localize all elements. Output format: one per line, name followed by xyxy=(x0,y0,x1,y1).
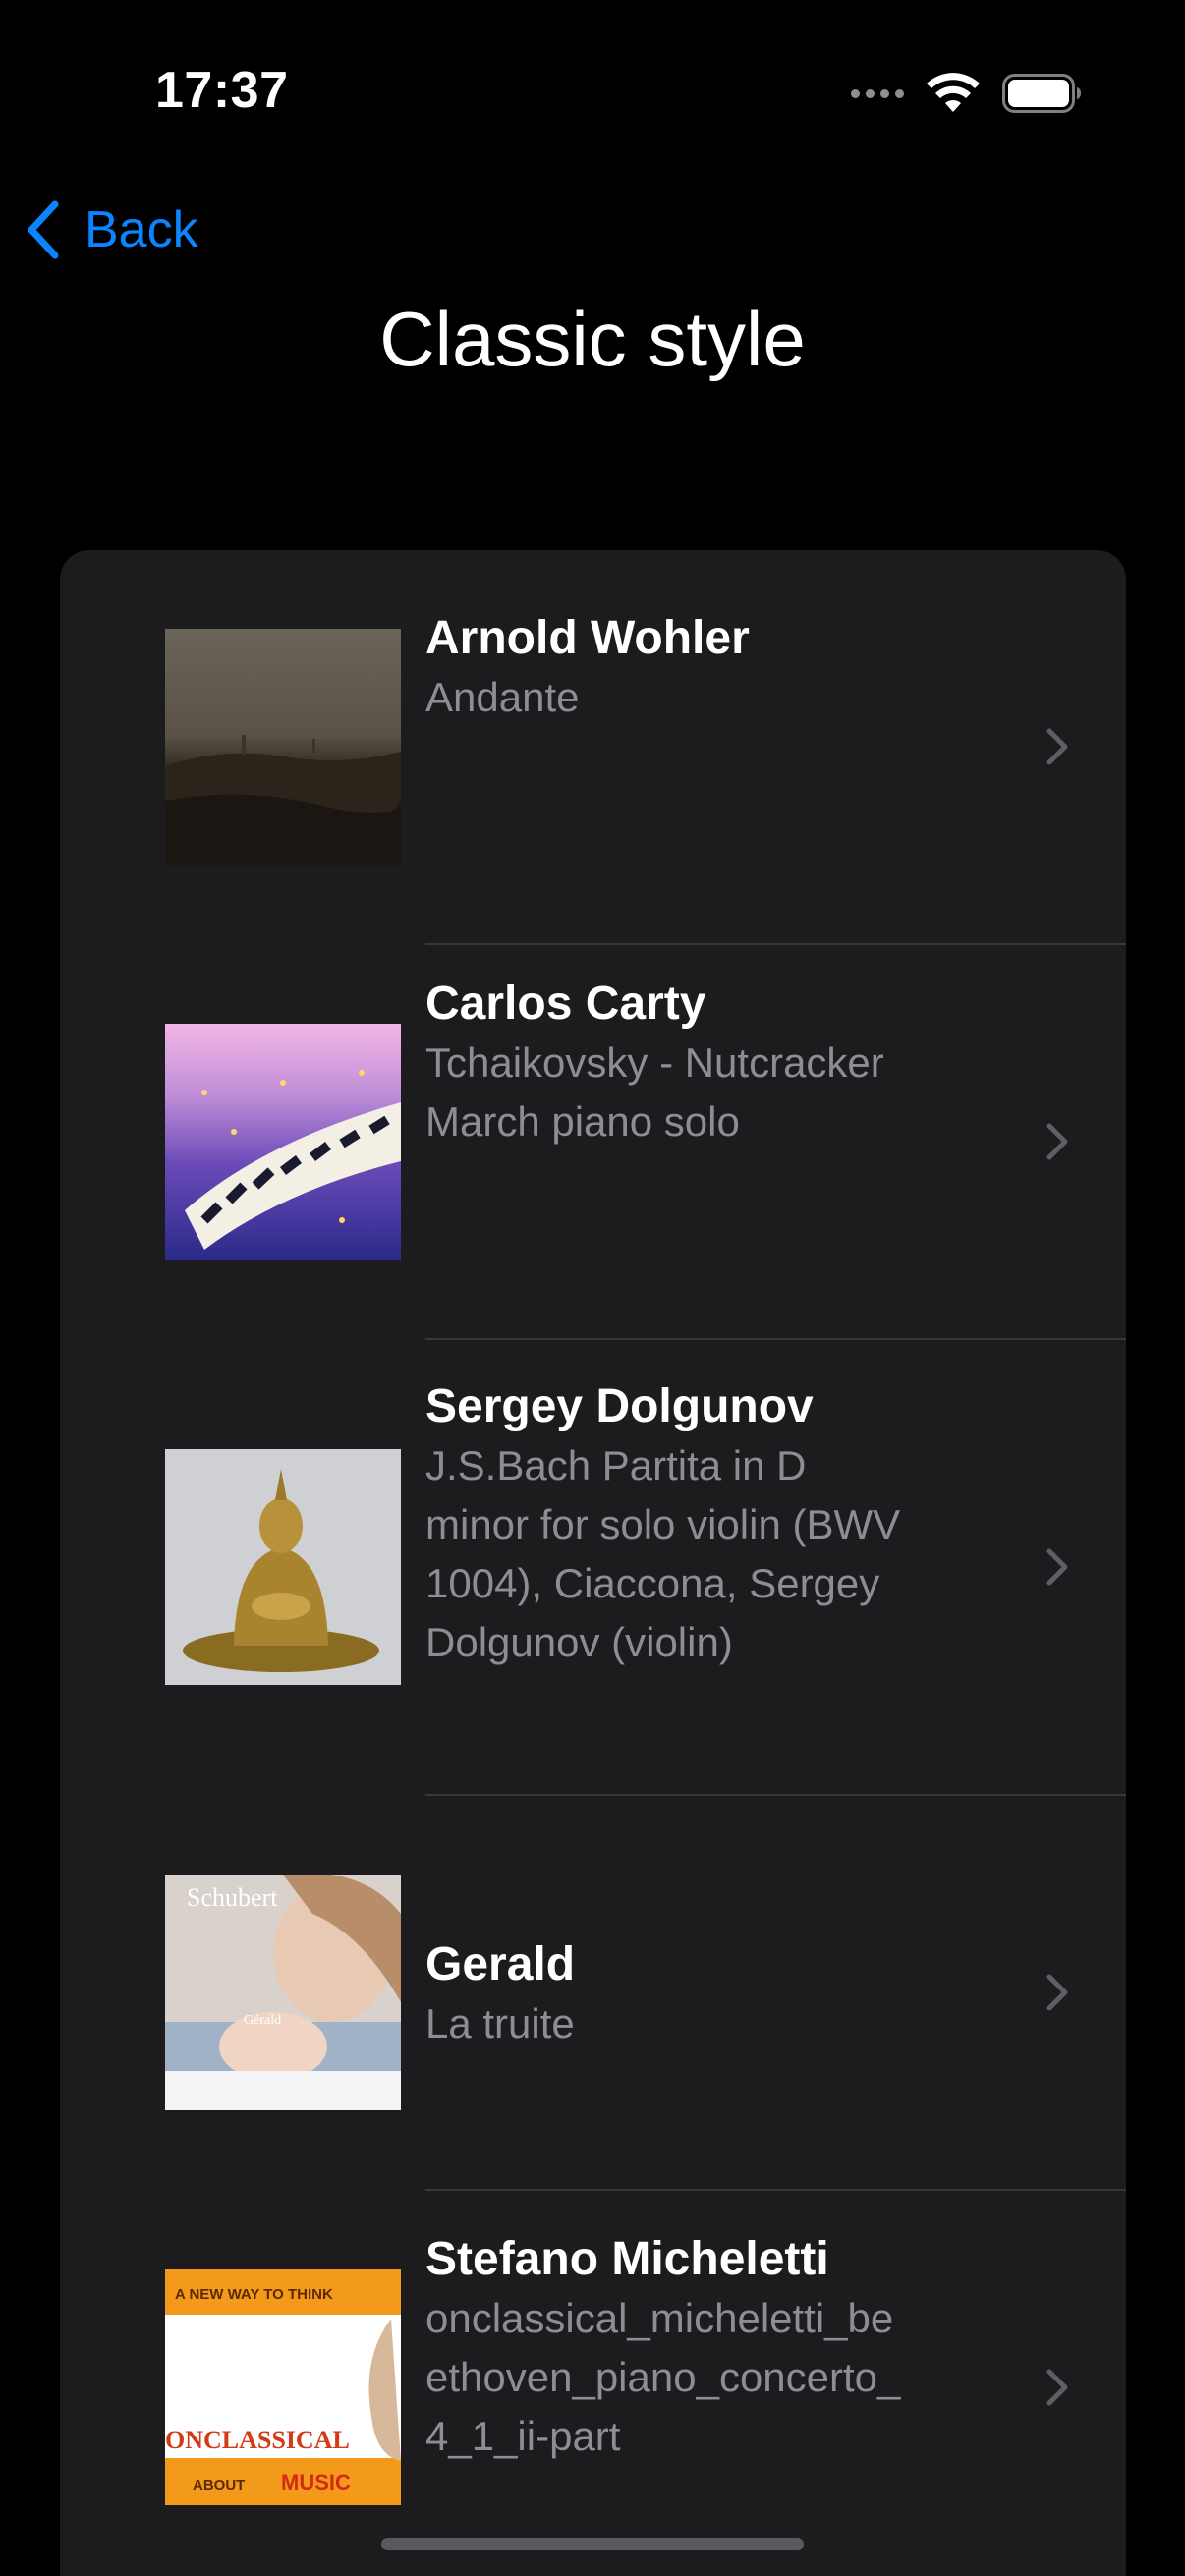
artist-name: Arnold Wohler xyxy=(425,612,750,664)
artwork-text: ABOUT xyxy=(193,2477,245,2493)
track-title: La truite xyxy=(425,2000,575,2046)
track-title-line: 4_1_ii-part xyxy=(425,2413,621,2459)
back-button[interactable]: Back xyxy=(24,193,198,267)
page-title: Classic style xyxy=(379,296,806,382)
track-title-line: ethoven_piano_concerto_ xyxy=(425,2354,901,2400)
home-indicator[interactable] xyxy=(381,2538,804,2550)
chevron-right-icon xyxy=(1046,1123,1068,1160)
list-item[interactable]: Schubert Gérald Gerald La truite xyxy=(60,1796,1126,2189)
chevron-right-icon xyxy=(1046,1974,1068,2011)
artist-name: Carlos Carty xyxy=(425,978,706,1030)
album-artwork xyxy=(165,629,401,865)
back-label: Back xyxy=(85,201,198,258)
track-title-line: Dolgunov (violin) xyxy=(425,1619,733,1665)
track-title-line: March piano solo xyxy=(425,1098,740,1145)
list-item[interactable]: Carlos Carty Tchaikovsky - Nutcracker Ma… xyxy=(60,945,1126,1338)
artwork-text: A NEW WAY TO THINK xyxy=(175,2286,333,2303)
artwork-text: Gérald xyxy=(244,2013,281,2028)
artwork-text: ONCLASSICAL xyxy=(165,2426,350,2454)
status-indicators xyxy=(851,69,1083,118)
artist-name: Stefano Micheletti xyxy=(425,2233,829,2285)
track-title-line: 1004), Ciaccona, Sergey xyxy=(425,1560,880,1606)
status-time: 17:37 xyxy=(155,62,289,119)
screen: 17:37 Back Classic style Arnold Wohler A… xyxy=(0,0,1185,2576)
artist-name: Sergey Dolgunov xyxy=(425,1380,814,1432)
track-title-line: Tchaikovsky - Nutcracker xyxy=(425,1039,884,1086)
cellular-signal-icon xyxy=(851,88,904,98)
chevron-left-icon xyxy=(28,200,59,259)
track-list: Arnold Wohler Andante Carlos Carty Tchai… xyxy=(60,550,1126,2576)
album-artwork xyxy=(165,1024,401,1260)
list-item[interactable]: Arnold Wohler Andante xyxy=(60,550,1126,943)
list-item[interactable]: A NEW WAY TO THINK ONCLASSICAL ABOUT MUS… xyxy=(60,2191,1126,2576)
track-title-line: J.S.Bach Partita in D xyxy=(425,1442,807,1488)
album-artwork: Schubert Gérald xyxy=(165,1875,401,2110)
chevron-right-icon xyxy=(1046,1548,1068,1586)
battery-icon xyxy=(1002,74,1081,113)
album-artwork: A NEW WAY TO THINK ONCLASSICAL ABOUT MUS… xyxy=(165,2269,401,2505)
track-title-line: onclassical_micheletti_be xyxy=(425,2295,894,2341)
list-item[interactable]: Sergey Dolgunov J.S.Bach Partita in D mi… xyxy=(60,1340,1126,1794)
chevron-right-icon xyxy=(1046,728,1068,765)
track-title: Andante xyxy=(425,674,580,720)
album-artwork xyxy=(165,1449,401,1685)
wifi-icon xyxy=(927,73,980,112)
artwork-text: MUSIC xyxy=(281,2470,351,2494)
artist-name: Gerald xyxy=(425,1938,576,1990)
chevron-right-icon xyxy=(1046,2369,1068,2406)
track-title-line: minor for solo violin (BWV xyxy=(425,1501,901,1547)
artwork-text: Schubert xyxy=(187,1883,278,1912)
